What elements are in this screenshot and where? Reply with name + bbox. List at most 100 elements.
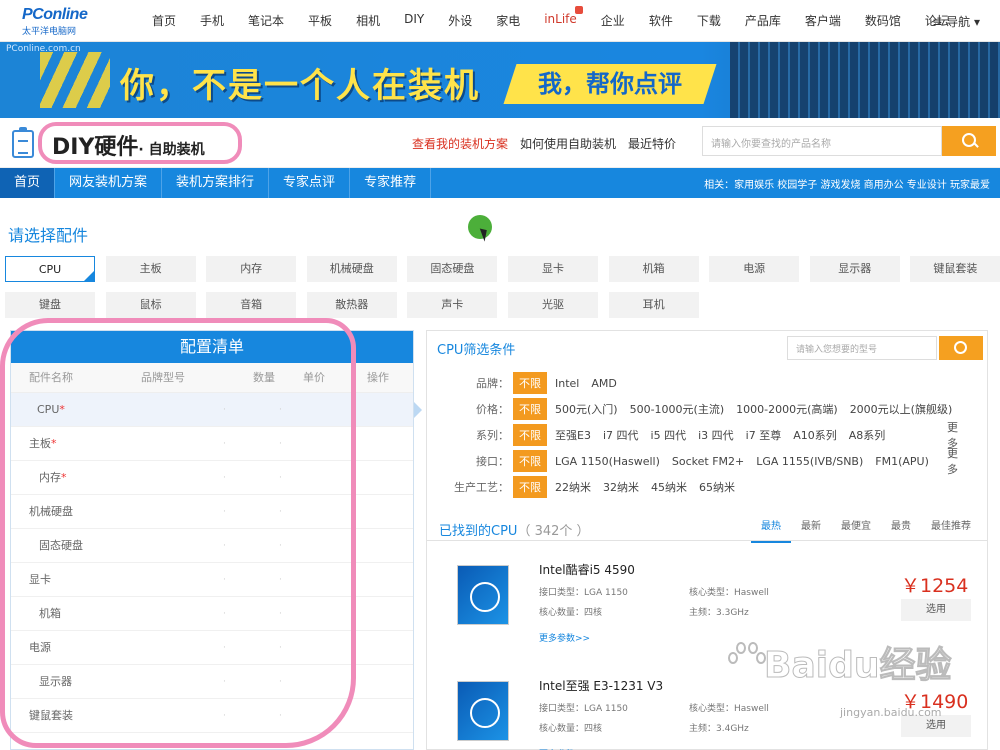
- quantity-cell: ·: [223, 405, 226, 415]
- nav-link[interactable]: 家电: [484, 12, 532, 29]
- my-plan-link[interactable]: 查看我的装机方案: [412, 135, 508, 152]
- part-button[interactable]: 鼠标: [105, 292, 196, 318]
- nav-link[interactable]: 下载: [685, 12, 733, 29]
- special-link[interactable]: 最近特价: [628, 135, 676, 152]
- filter-option[interactable]: 45纳米: [651, 479, 687, 495]
- part-button[interactable]: 机械硬盘: [306, 256, 397, 282]
- nav-tab[interactable]: 网友装机方案: [55, 168, 163, 198]
- part-button[interactable]: 声卡: [407, 292, 498, 318]
- config-row[interactable]: 键鼠套装 · ·: [11, 699, 413, 733]
- config-row[interactable]: 内存* · ·: [11, 461, 413, 495]
- config-row[interactable]: 显示器 · ·: [11, 665, 413, 699]
- search-icon[interactable]: [939, 336, 983, 360]
- config-row[interactable]: 机箱 · ·: [11, 597, 413, 631]
- howto-link[interactable]: 如何使用自助装机: [520, 135, 616, 152]
- nav-tab[interactable]: 装机方案排行: [162, 168, 270, 198]
- filter-option[interactable]: i3 四代: [698, 427, 734, 443]
- sort-tab[interactable]: 最贵: [881, 513, 921, 543]
- config-row[interactable]: 电源 · ·: [11, 631, 413, 665]
- nav-link[interactable]: 企业: [589, 12, 637, 29]
- config-row[interactable]: 主板* · ·: [11, 427, 413, 461]
- related-links[interactable]: 相关：家用娱乐 校园学子 游戏发烧 商用办公 专业设计 玩家最爱: [704, 176, 990, 191]
- filter-option[interactable]: LGA 1155(IVB/SNB): [756, 455, 863, 468]
- part-button[interactable]: 内存: [206, 256, 297, 282]
- part-button[interactable]: 主板: [105, 256, 196, 282]
- filter-more-link[interactable]: 更多: [947, 445, 958, 477]
- sort-tab[interactable]: 最佳推荐: [921, 513, 981, 543]
- config-row[interactable]: 固态硬盘 · ·: [11, 529, 413, 563]
- cpu-box-image[interactable]: [457, 681, 509, 741]
- part-button[interactable]: 键盘: [5, 292, 95, 318]
- part-button[interactable]: CPU: [5, 256, 95, 282]
- part-button[interactable]: 散热器: [306, 292, 397, 318]
- filter-option[interactable]: 2000元以上(旗舰级): [850, 401, 953, 417]
- product-name[interactable]: Intel酷睿i5 4590: [539, 561, 635, 578]
- filter-all-button[interactable]: 不限: [513, 398, 547, 420]
- part-button[interactable]: 音箱: [206, 292, 297, 318]
- nav-link[interactable]: 笔记本: [236, 12, 296, 29]
- nav-link[interactable]: 平板: [296, 12, 344, 29]
- config-row[interactable]: 显卡 · ·: [11, 563, 413, 597]
- part-button[interactable]: 光驱: [508, 292, 598, 318]
- search-icon[interactable]: [942, 126, 996, 156]
- part-button[interactable]: 固态硬盘: [407, 256, 498, 282]
- nav-link[interactable]: 手机: [188, 12, 236, 29]
- sort-tab[interactable]: 最热: [751, 513, 791, 543]
- part-button[interactable]: 电源: [709, 256, 800, 282]
- nav-link[interactable]: 数码馆: [853, 12, 913, 29]
- guide-menu[interactable]: ≡ 导航 ▾: [932, 13, 980, 30]
- filter-option[interactable]: i7 至尊: [746, 427, 782, 443]
- filter-option[interactable]: i5 四代: [651, 427, 687, 443]
- filter-option[interactable]: A10系列: [793, 427, 837, 443]
- product-spec: 主频：3.3GHz: [689, 608, 749, 618]
- nav-link[interactable]: 首页: [140, 12, 188, 29]
- config-row[interactable]: CPU* · ·: [11, 393, 413, 427]
- filter-option[interactable]: Socket FM2+: [672, 455, 744, 468]
- promo-banner[interactable]: PConline.com.cn 你，不是一个人在装机 我，帮你点评: [0, 42, 1000, 118]
- filter-all-button[interactable]: 不限: [513, 424, 547, 446]
- nav-link[interactable]: 外设: [436, 12, 484, 29]
- sort-tab[interactable]: 最新: [791, 513, 831, 543]
- filter-all-button[interactable]: 不限: [513, 372, 547, 394]
- nav-tab[interactable]: 专家点评: [269, 168, 351, 198]
- filter-option[interactable]: 22纳米: [555, 479, 591, 495]
- part-button[interactable]: 机箱: [608, 256, 699, 282]
- filter-option[interactable]: 65纳米: [699, 479, 735, 495]
- nav-link[interactable]: inLife: [532, 6, 589, 29]
- filter-option[interactable]: 至强E3: [555, 427, 591, 443]
- nav-link[interactable]: 相机: [344, 12, 392, 29]
- filter-option[interactable]: A8系列: [849, 427, 886, 443]
- nav-link[interactable]: DIY: [392, 12, 436, 29]
- filter-option[interactable]: Intel: [555, 377, 579, 390]
- part-button[interactable]: 显示器: [809, 256, 900, 282]
- filter-option[interactable]: 1000-2000元(高端): [736, 401, 838, 417]
- part-name: 主板: [29, 437, 51, 450]
- filter-all-button[interactable]: 不限: [513, 476, 547, 498]
- product-search-input[interactable]: 请输入你要查找的产品名称: [702, 126, 942, 156]
- filter-option[interactable]: i7 四代: [603, 427, 639, 443]
- filter-all-button[interactable]: 不限: [513, 450, 547, 472]
- more-params-link[interactable]: 更多参数>>: [539, 631, 590, 644]
- config-column-header: 配件名称: [29, 371, 73, 384]
- nav-link[interactable]: 软件: [637, 12, 685, 29]
- select-product-button[interactable]: 选用: [901, 599, 971, 621]
- filter-option[interactable]: AMD: [591, 377, 617, 390]
- nav-tab[interactable]: 首页: [0, 168, 56, 198]
- part-button[interactable]: 键鼠套装: [910, 256, 1000, 282]
- filter-option[interactable]: FM1(APU): [875, 455, 929, 468]
- filter-option[interactable]: 500元(入门): [555, 401, 618, 417]
- filter-option[interactable]: 32纳米: [603, 479, 639, 495]
- filter-option[interactable]: 500-1000元(主流): [630, 401, 725, 417]
- site-logo[interactable]: PConline 太平洋电脑网: [22, 6, 132, 37]
- model-search-input[interactable]: 请输入您想要的型号: [787, 336, 937, 360]
- product-name[interactable]: Intel至强 E3-1231 V3: [539, 677, 663, 694]
- nav-link[interactable]: 产品库: [733, 12, 793, 29]
- config-row[interactable]: 机械硬盘 · ·: [11, 495, 413, 529]
- part-button[interactable]: 显卡: [508, 256, 598, 282]
- sort-tab[interactable]: 最便宜: [831, 513, 881, 543]
- filter-option[interactable]: LGA 1150(Haswell): [555, 455, 660, 468]
- cpu-box-image[interactable]: [457, 565, 509, 625]
- nav-tab[interactable]: 专家推荐: [350, 168, 432, 198]
- part-button[interactable]: 耳机: [608, 292, 699, 318]
- nav-link[interactable]: 客户端: [793, 12, 853, 29]
